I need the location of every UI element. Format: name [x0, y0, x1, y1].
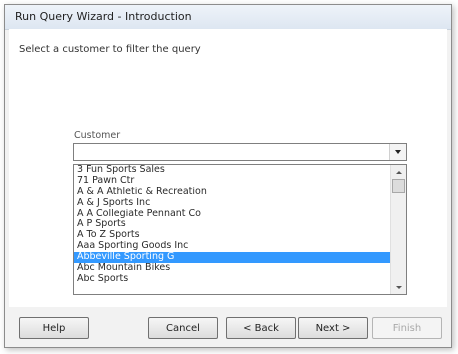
list-item[interactable]: A & A Athletic & Recreation	[74, 187, 390, 198]
list-item[interactable]: Abbeville Sporting G	[74, 252, 390, 264]
instruction-text: Select a customer to filter the query	[19, 44, 201, 55]
finish-button: Finish	[372, 317, 442, 339]
title-bar: Run Query Wizard - Introduction	[5, 5, 451, 30]
arrow-up-icon	[395, 170, 402, 174]
scroll-thumb[interactable]	[392, 179, 405, 193]
scroll-down-button[interactable]	[391, 280, 406, 294]
button-bar: Help Cancel < Back Next > Finish	[5, 307, 451, 347]
dropdown-button[interactable]	[389, 144, 406, 160]
help-button[interactable]: Help	[19, 317, 89, 339]
arrow-down-icon	[395, 285, 402, 289]
next-button[interactable]: Next >	[298, 317, 368, 339]
list-item[interactable]: A & J Sports Inc	[74, 198, 390, 209]
list-item[interactable]: A To Z Sports	[74, 230, 390, 241]
customer-list[interactable]: 3 Fun Sports Sales 71 Pawn Ctr A & A Athle…	[73, 164, 407, 295]
cancel-button[interactable]: Cancel	[148, 317, 218, 339]
list-item[interactable]: A A Collegiate Pennant Co	[74, 209, 390, 220]
customer-input[interactable]	[74, 144, 388, 160]
wizard-content: Select a customer to filter the query Cu…	[9, 29, 447, 307]
list-item[interactable]: Abc Sports	[74, 274, 390, 285]
chevron-down-icon	[395, 150, 401, 154]
customer-combobox[interactable]	[73, 143, 407, 161]
vertical-scrollbar[interactable]	[390, 165, 406, 294]
list-item[interactable]: Aaa Sporting Goods Inc	[74, 241, 390, 252]
list-item[interactable]: 3 Fun Sports Sales	[74, 165, 390, 176]
customer-label: Customer	[74, 130, 121, 141]
list-item[interactable]: 71 Pawn Ctr	[74, 176, 390, 187]
wizard-window: Run Query Wizard - Introduction Select a…	[4, 4, 452, 348]
scroll-up-button[interactable]	[391, 165, 406, 179]
back-button[interactable]: < Back	[226, 317, 296, 339]
list-item[interactable]: Abc Mountain Bikes	[74, 263, 390, 274]
list-item[interactable]: A P Sports	[74, 219, 390, 230]
window-title: Run Query Wizard - Introduction	[15, 10, 192, 23]
